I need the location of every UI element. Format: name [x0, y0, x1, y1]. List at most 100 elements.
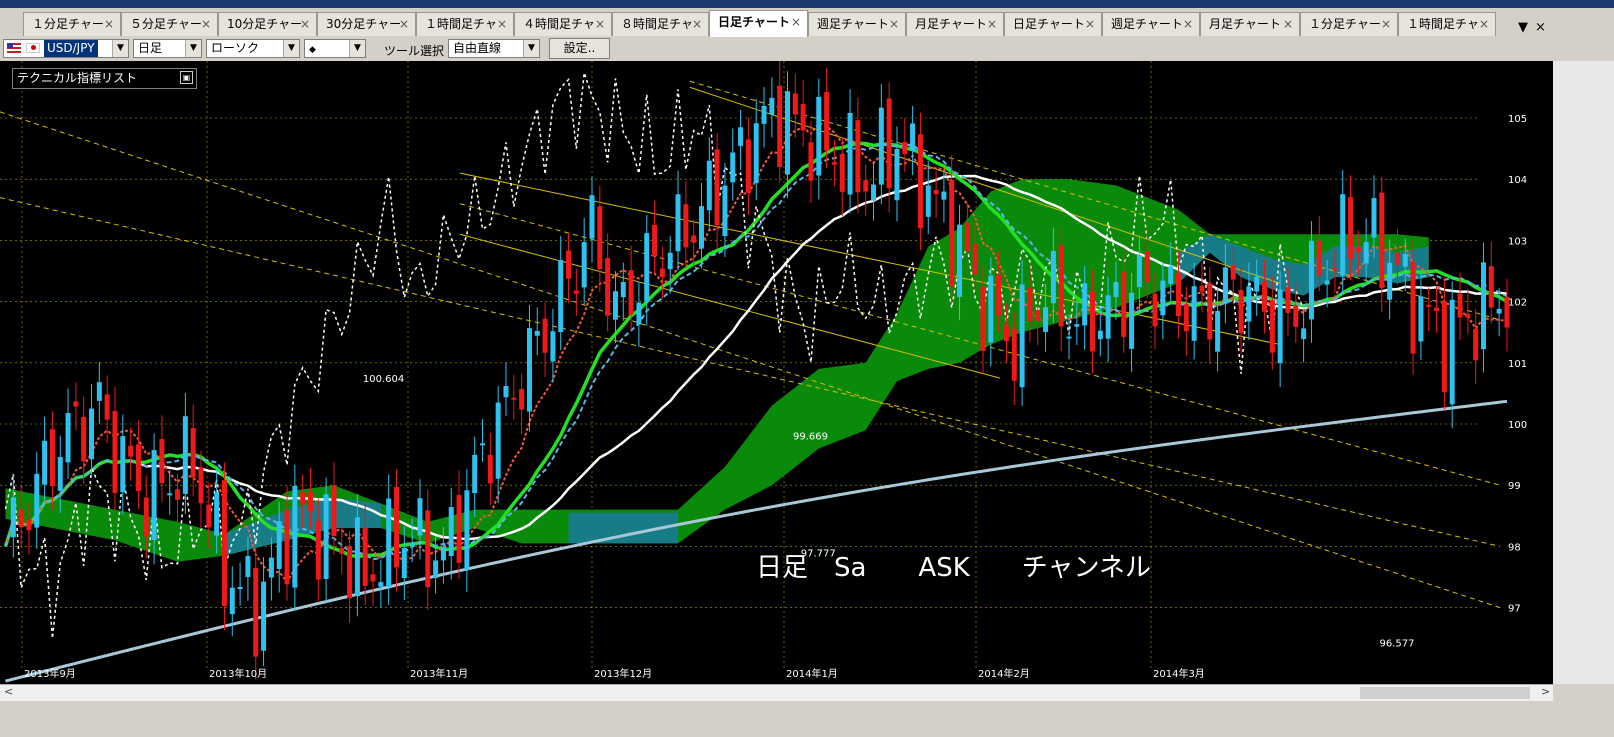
- tab-close-icon[interactable]: ×: [1479, 13, 1489, 35]
- tab-13[interactable]: 月足チャート ×: [1200, 12, 1300, 36]
- tab-close-icon[interactable]: ×: [399, 13, 409, 35]
- scroll-left-icon[interactable]: <: [4, 685, 13, 698]
- candle-body: [1480, 262, 1486, 350]
- price-label: 99.669: [793, 431, 828, 442]
- tool-select[interactable]: 自由直線 ▼: [448, 39, 540, 58]
- tab-8[interactable]: 日足チャート ×: [709, 10, 808, 37]
- tab-label: 週足チャート: [1111, 17, 1183, 31]
- scroll-right-icon[interactable]: >: [1541, 685, 1550, 698]
- tab-1[interactable]: １分足チャー ×: [23, 12, 121, 36]
- candle-body: [792, 93, 798, 115]
- candle-body: [730, 152, 736, 183]
- candle-body: [1238, 290, 1244, 334]
- candle-body: [972, 243, 978, 275]
- tab-close-icon[interactable]: ×: [987, 13, 997, 35]
- tab-12[interactable]: 週足チャート ×: [1102, 12, 1200, 36]
- candle-body: [605, 257, 611, 316]
- candle-body: [871, 184, 877, 201]
- tab-close-icon[interactable]: ×: [1381, 13, 1391, 35]
- tab-close-icon[interactable]: ×: [104, 13, 114, 35]
- tab-close-icon[interactable]: ×: [791, 11, 801, 33]
- marker-select[interactable]: ◆ ▼: [304, 39, 366, 58]
- settings-button[interactable]: 設定..: [549, 38, 610, 59]
- tab-close-icon[interactable]: ×: [595, 13, 605, 35]
- symbol-select[interactable]: USD/JPY ▼: [3, 39, 129, 58]
- tab-label: １時間足チャ: [425, 17, 497, 31]
- price-chart[interactable]: 100.60499.66997.77796.57799.00196.93897.…: [0, 61, 1553, 684]
- x-tick-label: 2013年10月: [209, 667, 267, 680]
- scroll-thumb[interactable]: [1360, 687, 1530, 699]
- candle-body: [1402, 254, 1408, 267]
- candle-body: [847, 112, 853, 195]
- candle-body: [996, 274, 1002, 316]
- candle-body: [339, 548, 345, 554]
- candles: [10, 61, 1510, 680]
- candle-body: [112, 411, 118, 493]
- candle-body: [1441, 301, 1447, 393]
- tab-label: 月足チャート: [915, 17, 987, 31]
- candle-body: [1363, 242, 1369, 264]
- tab-close-icon[interactable]: ×: [201, 13, 211, 35]
- candle-body: [753, 123, 759, 184]
- candle-body: [128, 445, 134, 457]
- tab-14[interactable]: １分足チャー ×: [1300, 12, 1398, 36]
- candle-body: [370, 574, 376, 582]
- horizontal-scrollbar[interactable]: < >: [0, 684, 1553, 701]
- status-area: [0, 701, 1614, 737]
- candle-body: [245, 555, 251, 577]
- tab-close-icon[interactable]: ×: [889, 13, 899, 35]
- candle-body: [1348, 197, 1354, 259]
- tab-5[interactable]: １時間足チャ ×: [416, 12, 514, 36]
- candle-body: [738, 127, 744, 146]
- us-flag-icon: [7, 43, 21, 53]
- tab-3[interactable]: 10分足チャー ×: [218, 12, 317, 36]
- candle-body: [1269, 300, 1275, 353]
- candle-body: [1011, 328, 1017, 381]
- candle-body: [448, 507, 454, 556]
- candle-body: [761, 105, 767, 124]
- y-tick-label: 98: [1508, 542, 1521, 553]
- candle-body: [831, 162, 837, 165]
- tab-close-icon[interactable]: ×: [1183, 13, 1193, 35]
- period-select[interactable]: 日足 ▼: [133, 39, 202, 58]
- candle-body: [190, 428, 196, 478]
- candle-body: [96, 382, 102, 401]
- tab-2[interactable]: ５分足チャー ×: [121, 12, 218, 36]
- tab-close-icon[interactable]: ×: [1085, 13, 1095, 35]
- candle-body: [691, 235, 697, 243]
- candle-body: [237, 586, 243, 590]
- candle-body: [1191, 286, 1197, 341]
- tab-6[interactable]: ４時間足チャ ×: [514, 12, 612, 36]
- chart-type-select[interactable]: ローソク ▼: [206, 39, 300, 58]
- tab-label: ４時間足チャ: [523, 17, 595, 31]
- candle-body: [323, 494, 329, 579]
- tab-close-icon[interactable]: ×: [692, 13, 702, 35]
- tab-menu-icon[interactable]: ▼: [1518, 20, 1528, 35]
- candle-body: [894, 149, 900, 201]
- tab-10[interactable]: 月足チャート ×: [906, 12, 1004, 36]
- candle-body: [1082, 283, 1088, 326]
- tab-close-icon[interactable]: ×: [1283, 13, 1293, 35]
- candle-body: [417, 498, 423, 536]
- candle-body: [10, 497, 16, 538]
- tab-close-icon[interactable]: ×: [300, 13, 310, 35]
- x-tick-label: 2013年9月: [24, 667, 76, 680]
- candle-body: [519, 388, 525, 410]
- tab-11[interactable]: 日足チャート ×: [1004, 12, 1102, 36]
- candle-body: [1199, 285, 1205, 292]
- tab-7[interactable]: ８時間足チャ ×: [612, 12, 709, 36]
- tab-close-icon[interactable]: ×: [497, 13, 507, 35]
- close-all-icon[interactable]: ×: [1535, 20, 1546, 35]
- candle-body: [1387, 262, 1393, 300]
- candle-body: [401, 547, 407, 579]
- tab-15[interactable]: １時間足チャ ×: [1398, 12, 1496, 36]
- collapse-icon[interactable]: ▣: [180, 71, 193, 84]
- tab-4[interactable]: 30分足チャー ×: [317, 12, 416, 36]
- candle-body: [1066, 336, 1072, 339]
- indicator-list-panel[interactable]: テクニカル指標リスト ▣: [12, 68, 197, 89]
- candle-body: [182, 416, 188, 494]
- tab-9[interactable]: 週足チャート ×: [808, 12, 906, 36]
- candle-body: [307, 492, 313, 512]
- candle-body: [550, 331, 556, 362]
- candle-body: [964, 222, 970, 252]
